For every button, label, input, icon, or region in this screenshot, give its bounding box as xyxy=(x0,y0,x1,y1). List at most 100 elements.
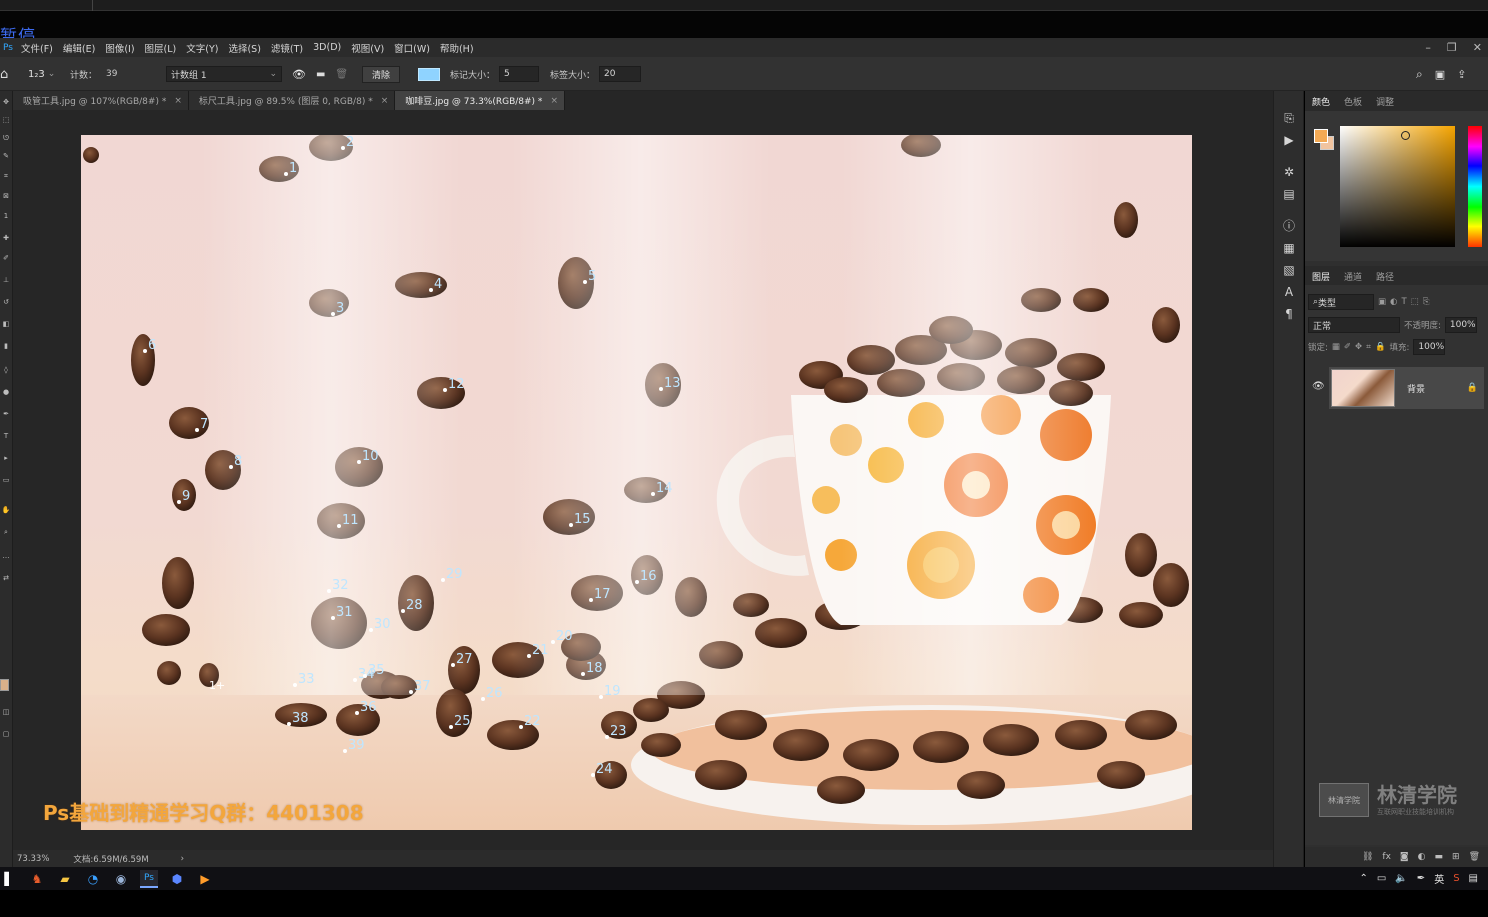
brush-settings-icon[interactable]: ✲ xyxy=(1282,165,1296,179)
gradient-tool-icon[interactable]: ▮ xyxy=(0,341,12,351)
tab-channels[interactable]: 通道 xyxy=(1337,270,1369,283)
new-group-folder-icon[interactable]: ▬ xyxy=(316,69,325,80)
document-size[interactable]: 文档:6.59M/6.59M xyxy=(73,853,148,865)
quick-mask-icon[interactable]: ◫ xyxy=(0,707,12,717)
menu-type[interactable]: 文字(Y) xyxy=(181,41,223,55)
foreground-color-swatch[interactable] xyxy=(1314,129,1328,143)
add-mask-icon[interactable]: ◙ xyxy=(1400,852,1409,862)
close-icon[interactable]: ✕ xyxy=(1473,41,1482,54)
filter-adjust-icon[interactable]: ◐ xyxy=(1390,297,1397,307)
brush-tool-icon[interactable]: ✐ xyxy=(0,253,12,263)
color-picker-field[interactable] xyxy=(1340,126,1455,247)
count-color-swatch[interactable] xyxy=(418,57,440,91)
shape-tool-icon[interactable]: ▭ xyxy=(0,475,12,485)
pen-tool-icon[interactable]: ✒ xyxy=(0,409,12,419)
media-app-icon[interactable]: ▶ xyxy=(196,870,214,888)
close-icon[interactable]: × xyxy=(550,96,558,106)
tab-layers[interactable]: 图层 xyxy=(1305,270,1337,283)
tab-ruler-doc[interactable]: 标尺工具.jpg @ 89.5% (图层 0, RGB/8) * × xyxy=(188,91,396,110)
menu-file[interactable]: 文件(F) xyxy=(16,41,58,55)
share-icon[interactable]: ⇪ xyxy=(1457,68,1466,81)
move-tool-icon[interactable]: ✥ xyxy=(0,97,12,107)
lock-paint-icon[interactable]: ✐ xyxy=(1344,342,1351,352)
layer-fx-icon[interactable]: fx xyxy=(1382,852,1391,862)
swap-colors-icon[interactable]: ⇄ xyxy=(0,573,12,583)
menu-layer[interactable]: 图层(L) xyxy=(140,41,182,55)
filter-shape-icon[interactable]: ⬚ xyxy=(1411,297,1419,307)
info-icon[interactable]: ⓘ xyxy=(1282,219,1296,233)
tray-chevron-up-icon[interactable]: ⌃ xyxy=(1360,873,1368,884)
shield-app-icon[interactable]: ⬢ xyxy=(168,870,186,888)
chrome-icon[interactable]: ◉ xyxy=(112,870,130,888)
zoom-tool-icon[interactable]: ⌕ xyxy=(0,527,12,537)
healing-brush-icon[interactable]: ✚ xyxy=(0,233,12,243)
count-tool-preset[interactable]: 1₂3 ⌄ xyxy=(28,57,55,91)
quick-select-tool-icon[interactable]: ✎ xyxy=(0,151,12,161)
workspace-icon[interactable]: ▣ xyxy=(1435,68,1445,81)
zoom-level[interactable]: 73.33% xyxy=(17,854,49,864)
properties-icon[interactable]: ▦ xyxy=(1282,241,1296,255)
menu-help[interactable]: 帮助(H) xyxy=(435,41,479,55)
history-panel-icon[interactable]: ⎘ xyxy=(1282,111,1296,125)
chevron-right-icon[interactable]: › xyxy=(181,854,184,864)
tab-swatches[interactable]: 色板 xyxy=(1337,95,1369,108)
input-language[interactable]: 英 xyxy=(1434,871,1444,886)
tab-adjustments[interactable]: 调整 xyxy=(1369,95,1401,108)
notes-icon[interactable]: ▧ xyxy=(1282,263,1296,277)
tab-color[interactable]: 颜色 xyxy=(1305,95,1337,108)
photoshop-logo-icon[interactable]: Ps xyxy=(0,38,16,57)
search-icon[interactable]: ⌕ xyxy=(1416,67,1423,82)
lock-pixels-icon[interactable]: ▦ xyxy=(1332,342,1340,352)
start-icon[interactable]: ▌ xyxy=(0,870,18,888)
pen-icon[interactable]: ✒ xyxy=(1417,873,1425,884)
eraser-tool-icon[interactable]: ◧ xyxy=(0,319,12,329)
opacity-input[interactable]: 100% xyxy=(1444,317,1477,333)
filter-pixel-icon[interactable]: ▣ xyxy=(1378,297,1386,307)
browser-icon[interactable]: ◔ xyxy=(84,870,102,888)
path-select-icon[interactable]: ▸ xyxy=(0,453,12,463)
crop-tool-icon[interactable]: ⌗ xyxy=(0,171,12,181)
type-tool-icon[interactable]: T xyxy=(0,431,12,441)
tab-coffee-beans-doc[interactable]: 咖啡豆.jpg @ 73.3%(RGB/8#) * × xyxy=(395,91,565,110)
game-icon[interactable]: ♞ xyxy=(28,870,46,888)
history-brush-icon[interactable]: ↺ xyxy=(0,297,12,307)
coffee-beans-photo[interactable] xyxy=(81,135,1192,830)
menu-3d[interactable]: 3D(D) xyxy=(308,42,346,53)
new-layer-icon[interactable]: ⊞ xyxy=(1452,852,1460,862)
layer-kind-filter[interactable]: ⌕ 类型 xyxy=(1308,294,1374,310)
tab-eyedropper-doc[interactable]: 吸管工具.jpg @ 107%(RGB/8#) * × xyxy=(13,91,189,110)
lock-all-icon[interactable]: 🔒 xyxy=(1375,342,1386,352)
dodge-tool-icon[interactable]: ● xyxy=(0,387,12,397)
photoshop-icon[interactable]: Ps xyxy=(140,869,158,888)
stamp-tool-icon[interactable]: ⊥ xyxy=(0,275,12,285)
lock-position-icon[interactable]: ✥ xyxy=(1355,342,1362,352)
link-layers-icon[interactable]: ⛓ xyxy=(1362,852,1373,862)
canvas-area[interactable]: 1 2 3 4 5 6 7 8 9 10 11 12 13 14 15 16 17 18 19 20 21 22 23 24 2… xyxy=(13,110,1273,850)
marquee-tool-icon[interactable]: ⬚ xyxy=(0,115,12,125)
character-icon[interactable]: A xyxy=(1282,285,1296,299)
restore-icon[interactable]: ❐ xyxy=(1447,41,1457,54)
menu-select[interactable]: 选择(S) xyxy=(223,41,265,55)
lasso-tool-icon[interactable]: ᘎ xyxy=(0,133,12,143)
lock-artboard-icon[interactable]: ⌗ xyxy=(1366,342,1371,352)
menu-edit[interactable]: 编辑(E) xyxy=(58,41,100,55)
menu-filter[interactable]: 滤镜(T) xyxy=(266,41,308,55)
frame-tool-icon[interactable]: ⊠ xyxy=(0,191,12,201)
notification-icon[interactable]: ▤ xyxy=(1469,873,1478,884)
paragraph-icon[interactable]: ¶ xyxy=(1282,307,1296,321)
delete-group-trash-icon[interactable]: 🗑 xyxy=(335,69,348,80)
color-picker-ring[interactable] xyxy=(1401,131,1410,140)
menu-view[interactable]: 视图(V) xyxy=(346,41,389,55)
filter-type-icon[interactable]: T xyxy=(1401,297,1406,307)
screen-mode-icon[interactable]: ▢ xyxy=(0,729,12,739)
tab-paths[interactable]: 路径 xyxy=(1369,270,1401,283)
ruler-panel-icon[interactable]: ▤ xyxy=(1282,187,1296,201)
close-icon[interactable]: × xyxy=(174,96,182,106)
adjustment-layer-icon[interactable]: ◐ xyxy=(1418,852,1426,862)
layer-row-background[interactable]: 背景 🔒 xyxy=(1329,367,1484,409)
layer-visibility-eye-icon[interactable]: 👁 xyxy=(1312,381,1325,392)
minimize-icon[interactable]: – xyxy=(1425,41,1431,54)
foreground-color-swatch[interactable] xyxy=(0,679,9,691)
home-icon[interactable]: ⌂ xyxy=(0,57,8,91)
clear-button[interactable]: 清除 xyxy=(362,65,401,83)
